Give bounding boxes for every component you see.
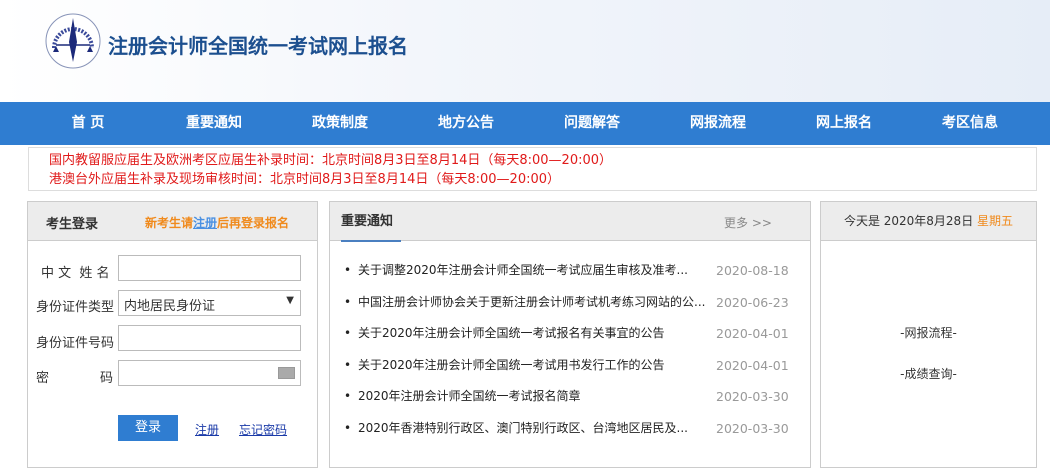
bullet-icon: •: [344, 357, 352, 372]
pwd-label-2: 码: [100, 371, 114, 386]
news-item-date: 2020-04-01: [716, 357, 789, 373]
news-item-title[interactable]: 关于调整2020年注册会计师全国统一考试应届生审核及准考...: [358, 255, 716, 287]
side-panel: 今天是 2020年8月28日 星期五 -网报流程- -成绩查询-: [820, 201, 1037, 468]
news-item-date: 2020-03-30: [716, 389, 789, 404]
nav-policy[interactable]: 政策制度: [277, 102, 403, 145]
dropdown-arrow-icon: ▼: [286, 295, 294, 306]
bullet-icon: •: [344, 326, 352, 340]
notice-box: 国内教留服应届生及欧洲考区应届生补录时间：北京时间8月3日至8月14日（每天8:…: [28, 147, 1037, 191]
news-panel: 重要通知 更多 >> • 关于调整2020年注册会计师全国统一考试应届生审核及准考…: [329, 201, 811, 468]
nav-exam-area[interactable]: 考区信息: [907, 102, 1033, 145]
hint-text: 新考生请: [145, 216, 194, 230]
news-item-title[interactable]: 2020年香港特别行政区、澳门特别行政区、台湾地区居民及...: [358, 413, 716, 445]
news-item[interactable]: • 关于2020年注册会计师全国统一考试用书发行工作的公告 2020-04-01: [344, 350, 810, 382]
bullet-icon: •: [344, 420, 352, 435]
news-item-title[interactable]: 中国注册会计师协会关于更新注册会计师考试机考练习网站的公...: [358, 287, 716, 319]
news-item[interactable]: • 关于调整2020年注册会计师全国统一考试应届生审核及准考... 2020-08-…: [344, 255, 810, 287]
bullet-icon: •: [344, 389, 352, 403]
news-item[interactable]: • 中国注册会计师协会关于更新注册会计师考试机考练习网站的公... 2020-06-…: [344, 287, 810, 319]
idno-input[interactable]: [118, 325, 301, 351]
forgot-password-link[interactable]: 忘记密码: [239, 421, 287, 438]
news-item-date: 2020-06-23: [716, 294, 789, 310]
login-title: 考生登录: [46, 217, 99, 232]
login-panel: 考生登录 新考生请注册后再登录报名 中 文 姓 名 身份证件类型 内地居民身份证…: [27, 201, 318, 468]
news-item-date: 2020-03-30: [716, 420, 789, 436]
idtype-value: 内地居民身份证: [124, 299, 216, 314]
login-button[interactable]: 登录: [118, 415, 178, 441]
process-link[interactable]: -网报流程-: [821, 324, 1036, 341]
news-item-title[interactable]: 关于2020年注册会计师全国统一考试报名有关事宜的公告: [358, 318, 716, 350]
register-link[interactable]: 注册: [195, 421, 219, 438]
password-input[interactable]: [118, 360, 301, 386]
nav-process[interactable]: 网报流程: [655, 102, 781, 145]
nav-local[interactable]: 地方公告: [403, 102, 529, 145]
news-item-date: 2020-04-01: [716, 326, 789, 341]
news-item[interactable]: • 2020年注册会计师全国统一考试报名简章 2020-03-30: [344, 381, 810, 413]
header: 注册会计师全国统一考试网上报名: [0, 0, 1050, 102]
idtype-select[interactable]: 内地居民身份证 ▼: [118, 290, 301, 316]
news-item-date: 2020-08-18: [716, 263, 789, 278]
hint-text: 后再登录报名: [217, 216, 290, 230]
news-list: • 关于调整2020年注册会计师全国统一考试应届生审核及准考... 2020-08-…: [330, 241, 810, 444]
site-title: 注册会计师全国统一考试网上报名: [108, 34, 408, 58]
cicpa-logo: [45, 13, 101, 69]
news-title: 重要通知: [341, 202, 401, 242]
register-hint: 新考生请注册后再登录报名: [145, 214, 289, 231]
news-item-title[interactable]: 2020年注册会计师全国统一考试报名简章: [358, 381, 716, 413]
bullet-icon: •: [344, 294, 352, 309]
hint-register-link[interactable]: 注册: [193, 216, 217, 230]
more-link[interactable]: 更多 >>: [724, 214, 772, 231]
notice-line: 港澳台外应届生补录及现场审核时间：北京时间8月3日至8月14日（每天8:00—2…: [49, 172, 561, 187]
bullet-icon: •: [344, 263, 352, 277]
score-query-link[interactable]: -成绩查询-: [821, 365, 1036, 382]
today-label: 今天是 2020年8月28日: [843, 214, 974, 228]
news-item[interactable]: • 关于2020年注册会计师全国统一考试报名有关事宜的公告 2020-04-01: [344, 318, 810, 350]
news-item-title[interactable]: 关于2020年注册会计师全国统一考试用书发行工作的公告: [358, 350, 716, 382]
nav-notices[interactable]: 重要通知: [151, 102, 277, 145]
main-nav: 首 页 重要通知 政策制度 地方公告 问题解答 网报流程 网上报名 考区信息: [0, 102, 1050, 145]
weekday: 星期五: [977, 214, 1014, 228]
keyboard-icon[interactable]: [278, 367, 295, 379]
news-item[interactable]: • 2020年香港特别行政区、澳门特别行政区、台湾地区居民及... 2020-03-…: [344, 413, 810, 445]
notice-line: 国内教留服应届生及欧洲考区应届生补录时间：北京时间8月3日至8月14日（每天8:…: [49, 153, 613, 168]
nav-faq[interactable]: 问题解答: [529, 102, 655, 145]
pwd-label-1: 密: [36, 371, 50, 386]
nav-home[interactable]: 首 页: [25, 102, 151, 145]
name-input[interactable]: [118, 255, 301, 281]
nav-register[interactable]: 网上报名: [781, 102, 907, 145]
